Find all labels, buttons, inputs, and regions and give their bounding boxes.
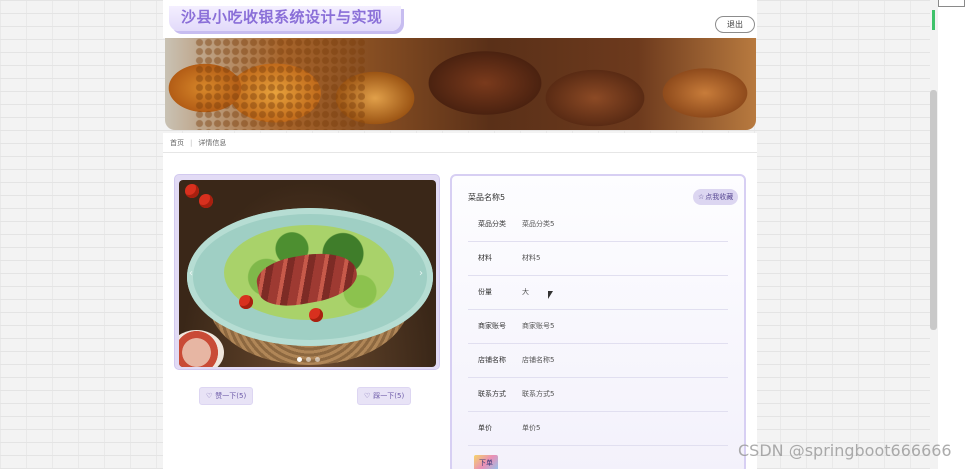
detail-row-portion: 份量 大 bbox=[468, 276, 728, 310]
tomato-graphic bbox=[185, 184, 199, 198]
detail-label: 菜品分类 bbox=[478, 220, 506, 228]
upvote-button[interactable]: ♡ 赞一下(5) bbox=[199, 387, 254, 405]
detail-row-merchant-account: 商家账号 商家账号5 bbox=[468, 310, 728, 344]
detail-row-price: 单价 单价5 bbox=[468, 412, 728, 446]
page: 沙县小吃收银系统设计与实现 退出 首页 | 详情信息 ‹ › ♡ 赞一下(5) … bbox=[0, 0, 930, 469]
title-tab: 沙县小吃收银系统设计与实现 bbox=[169, 6, 401, 31]
breadcrumb-home[interactable]: 首页 bbox=[170, 139, 184, 147]
detail-label: 材料 bbox=[478, 254, 492, 262]
tomato-graphic bbox=[309, 308, 323, 322]
detail-value: 店铺名称5 bbox=[522, 356, 555, 364]
detail-row-material: 材料 材料5 bbox=[468, 242, 728, 276]
detail-value: 联系方式5 bbox=[522, 390, 555, 398]
carousel-prev-icon[interactable]: ‹ bbox=[189, 268, 193, 279]
detail-label: 店铺名称 bbox=[478, 356, 506, 364]
carousel-dots bbox=[297, 357, 320, 362]
detail-value: 材料5 bbox=[522, 254, 541, 262]
carousel-dot[interactable] bbox=[297, 357, 302, 362]
side-strip bbox=[938, 7, 965, 469]
star-icon: ☆ bbox=[698, 193, 705, 201]
thumb-down-icon: ♡ bbox=[364, 392, 371, 400]
detail-value: 商家账号5 bbox=[522, 322, 555, 330]
detail-panel: 菜品名称5 ☆点我收藏 菜品分类 菜品分类5 材料 材料5 份量 大 商家账号 … bbox=[450, 174, 746, 469]
scroll-indicator bbox=[932, 10, 935, 30]
upvote-label: 赞一下(5) bbox=[215, 392, 247, 400]
tomato-graphic bbox=[239, 295, 253, 309]
top-header: 沙县小吃收银系统设计与实现 退出 bbox=[163, 0, 757, 38]
logout-button[interactable]: 退出 bbox=[715, 16, 755, 33]
detail-value: 菜品分类5 bbox=[522, 220, 555, 228]
mouse-cursor-icon bbox=[548, 291, 553, 299]
detail-row-category: 菜品分类 菜品分类5 bbox=[468, 208, 728, 242]
detail-label: 单价 bbox=[478, 424, 492, 432]
breadcrumb: 首页 | 详情信息 bbox=[163, 133, 757, 153]
breadcrumb-current: 详情信息 bbox=[198, 139, 227, 147]
detail-row-contact: 联系方式 联系方式5 bbox=[468, 378, 728, 412]
dish-photo: ‹ › bbox=[179, 180, 436, 367]
banner-texture bbox=[195, 38, 365, 130]
image-card: ‹ › bbox=[174, 174, 440, 370]
favorite-label: 点我收藏 bbox=[705, 193, 734, 201]
dish-name: 菜品名称5 bbox=[468, 193, 506, 202]
tomato-graphic bbox=[199, 194, 213, 208]
detail-label: 联系方式 bbox=[478, 390, 506, 398]
detail-row-shop-name: 店铺名称 店铺名称5 bbox=[468, 344, 728, 378]
breadcrumb-separator: | bbox=[190, 139, 193, 147]
favorite-button[interactable]: ☆点我收藏 bbox=[693, 189, 739, 205]
thumb-up-icon: ♡ bbox=[206, 392, 213, 400]
scrollbar-thumb[interactable] bbox=[930, 90, 937, 330]
downvote-label: 踩一下(5) bbox=[373, 392, 405, 400]
order-button[interactable]: 下单 bbox=[474, 455, 498, 469]
detail-label: 份量 bbox=[478, 288, 492, 296]
sauce-bowl-graphic bbox=[179, 330, 224, 367]
watermark: CSDN @springboot666666 bbox=[738, 441, 952, 460]
detail-value: 大 bbox=[522, 288, 529, 296]
downvote-button[interactable]: ♡ 踩一下(5) bbox=[357, 387, 412, 405]
detail-value: 单价5 bbox=[522, 424, 541, 432]
site-title: 沙县小吃收银系统设计与实现 bbox=[181, 8, 383, 26]
carousel-dot[interactable] bbox=[315, 357, 320, 362]
banner-image bbox=[165, 38, 756, 130]
corner-box bbox=[938, 0, 965, 7]
carousel-next-icon[interactable]: › bbox=[419, 268, 423, 279]
carousel-dot[interactable] bbox=[306, 357, 311, 362]
detail-label: 商家账号 bbox=[478, 322, 506, 330]
